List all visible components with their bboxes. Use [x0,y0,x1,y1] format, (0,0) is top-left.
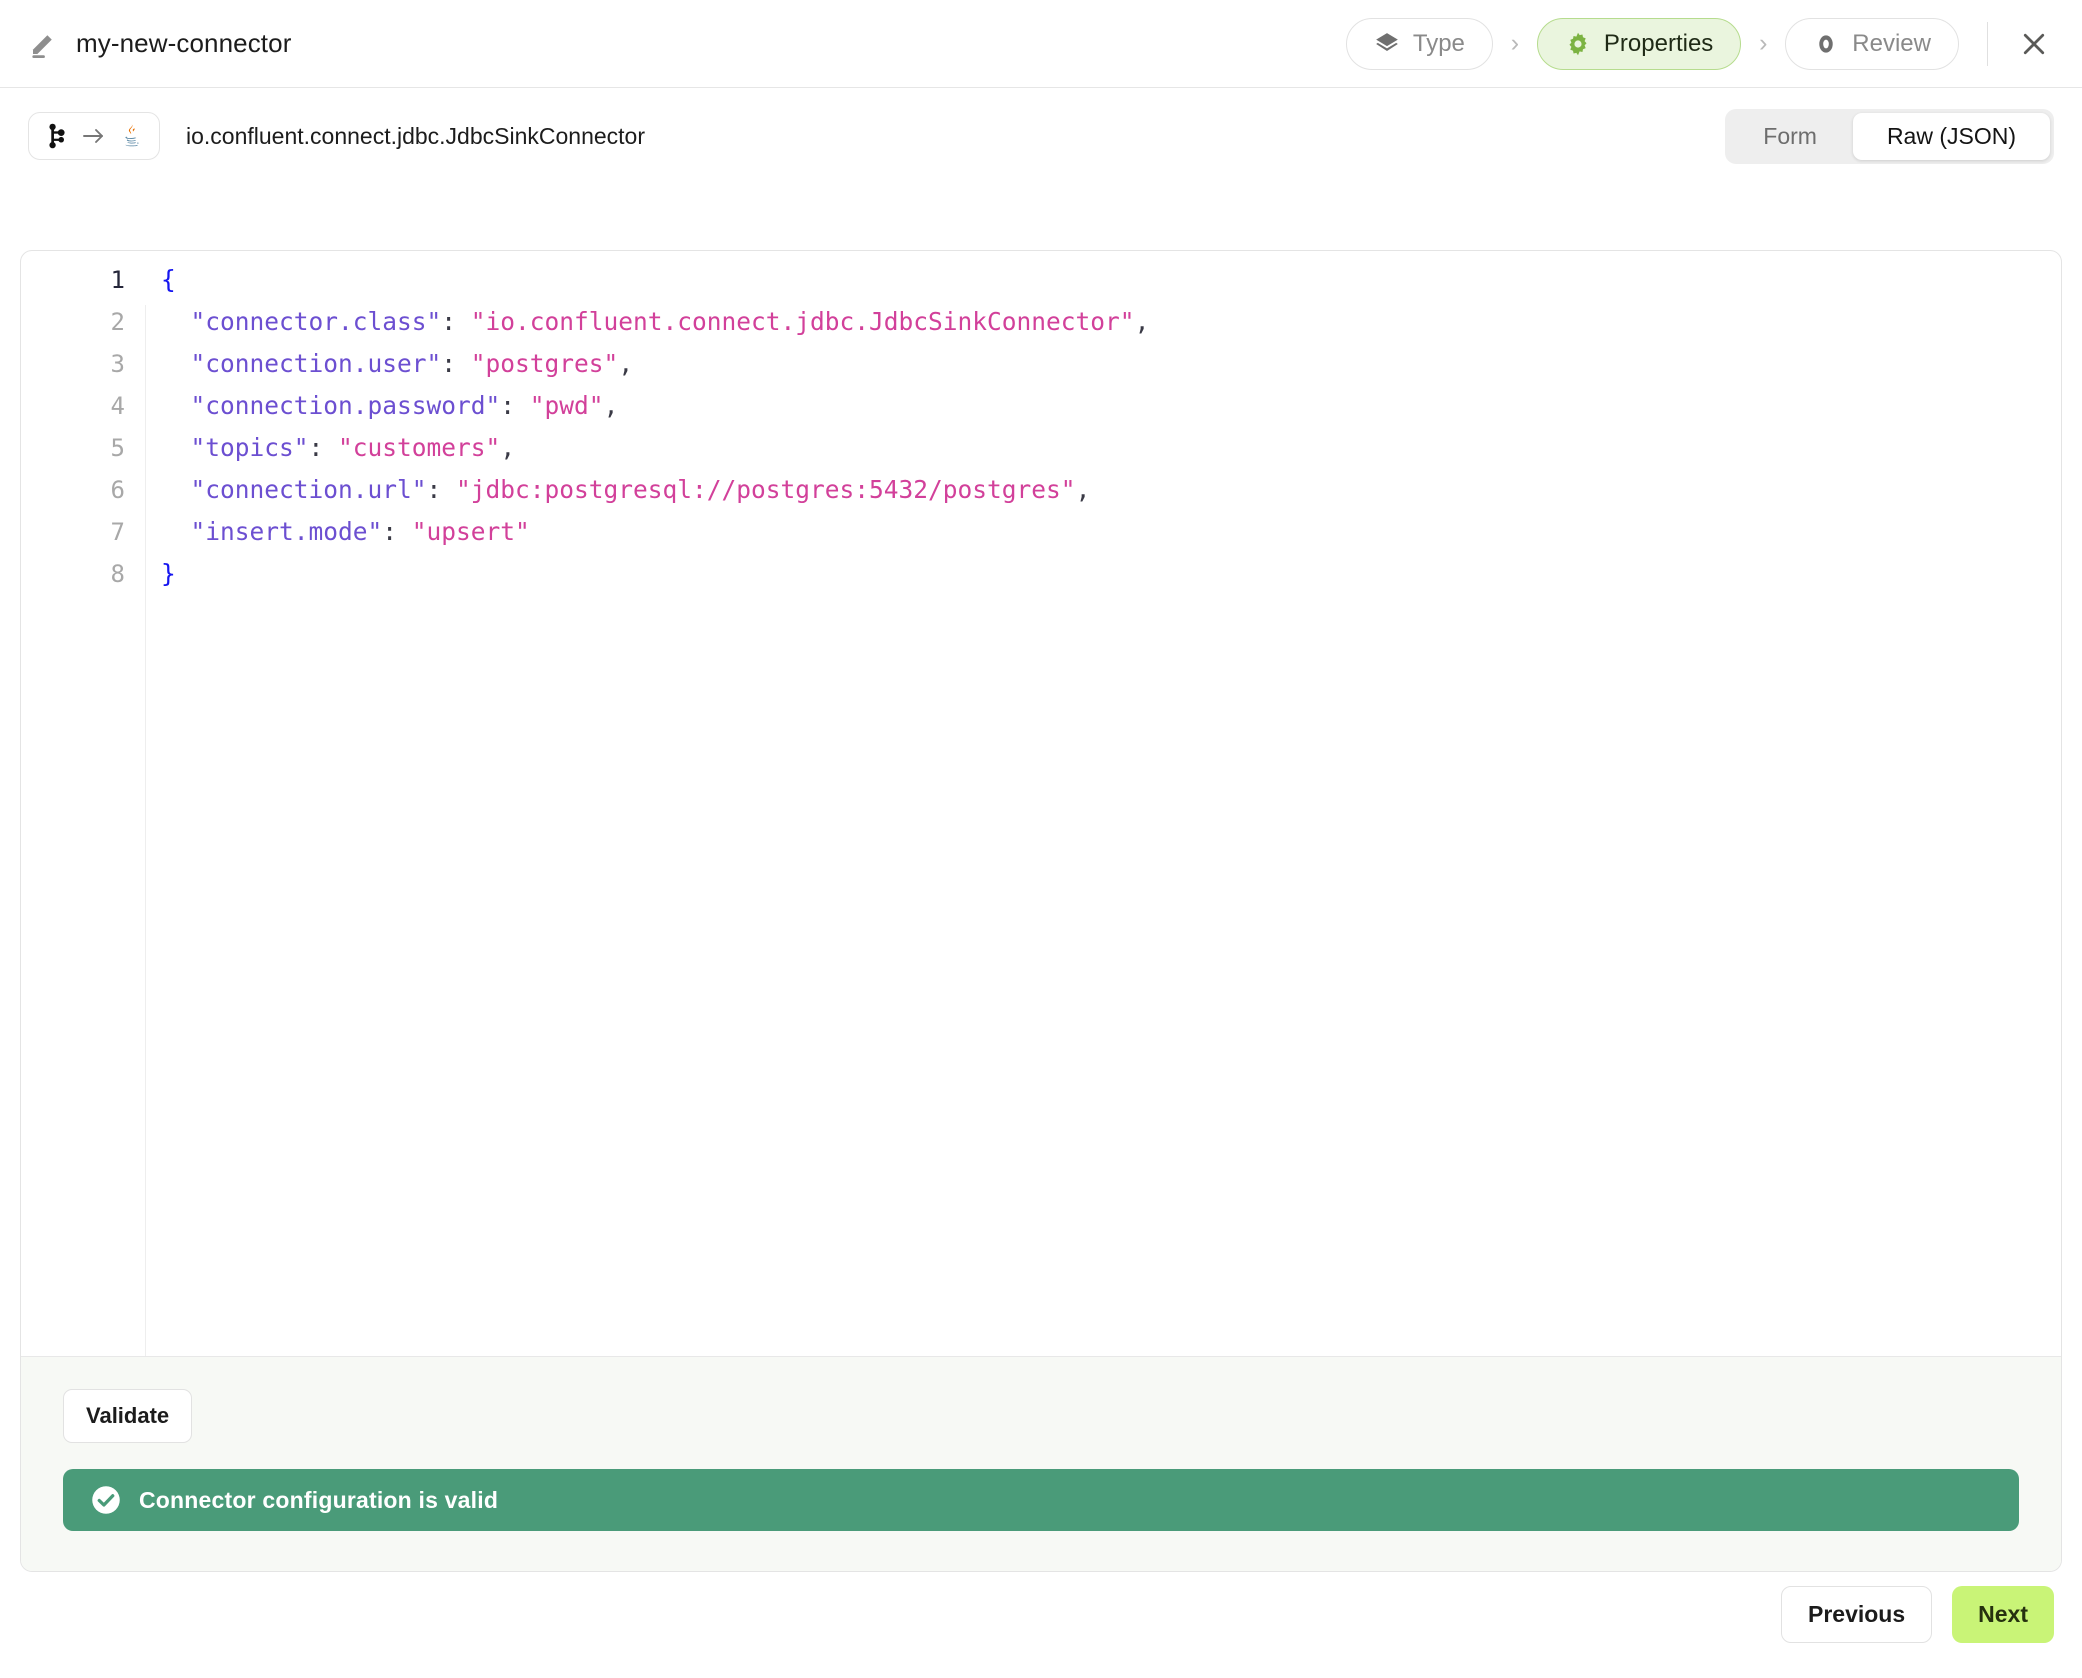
token-str: "customers" [338,433,501,462]
title-group: my-new-connector [28,28,291,59]
validate-button[interactable]: Validate [63,1389,193,1443]
code-text: } [125,559,176,588]
step-chip-type[interactable]: Type [1345,17,1493,70]
validation-panel: Validate Connector configuration is vali… [21,1356,2061,1571]
layers-icon [1374,31,1400,57]
token-punc: , [603,391,619,420]
kafka-icon [43,122,71,150]
token-str: "jdbc:postgresql://postgres:5432/postgre… [456,475,1076,504]
arrow-right-icon [81,126,107,146]
code-text: "topics": "customers", [125,433,516,462]
line-number: 8 [110,560,125,588]
code-text: "connector.class": "io.confluent.connect… [125,307,1150,336]
token-brace: { [161,265,176,294]
wizard-footer-nav: Previous Next [0,1572,2082,1678]
token-punc: : [500,391,530,420]
token-key: "topics" [190,433,309,462]
json-editor[interactable]: 1{2 "connector.class": "io.confluent.con… [21,251,2061,1356]
close-icon[interactable] [2014,24,2054,64]
connector-flow-badge [28,112,160,160]
token-punc [161,391,191,420]
line-number: 7 [110,518,125,546]
token-punc [161,307,191,336]
pencil-icon[interactable] [28,29,58,59]
connector-subbar: io.confluent.connect.jdbc.JdbcSinkConnec… [0,88,2082,184]
token-punc: : [426,475,457,504]
line-number: 5 [110,434,125,462]
code-line[interactable]: 3 "connection.user": "postgres", [21,349,2061,391]
token-str: "io.confluent.connect.jdbc.JdbcSinkConne… [470,307,1135,336]
code-line[interactable]: 6 "connection.url": "jdbc:postgresql://p… [21,475,2061,517]
validation-status-text: Connector configuration is valid [139,1486,499,1513]
line-number: 6 [110,476,125,504]
wizard-steps: Type › Properties › Review [1345,17,1959,70]
token-str: "upsert" [411,517,530,546]
check-circle-icon [91,1485,121,1515]
code-text: "insert.mode": "upsert" [125,517,530,546]
validation-status-banner: Connector configuration is valid [63,1469,2019,1531]
line-number: 4 [110,392,125,420]
line-number: 2 [110,308,125,336]
token-str: "pwd" [529,391,604,420]
wizard-header: my-new-connector Type › Properties › Rev… [0,0,2082,88]
code-line[interactable]: 1{ [21,265,2061,307]
token-punc [161,517,191,546]
token-punc: , [500,433,516,462]
step-separator-1: › [1510,29,1520,57]
token-str: "postgres" [470,349,619,378]
line-number: 3 [110,350,125,378]
step-label-properties: Properties [1603,29,1714,57]
code-line[interactable]: 2 "connector.class": "io.confluent.conne… [21,307,2061,349]
token-punc: : [441,349,471,378]
token-punc: , [1134,307,1150,336]
token-punc: : [441,307,471,336]
eye-icon [1813,31,1839,57]
token-key: "insert.mode" [190,517,383,546]
gutter-divider [145,305,146,1356]
previous-button[interactable]: Previous [1780,1585,1933,1643]
step-label-review: Review [1852,29,1931,57]
header-divider [1987,21,1988,66]
code-text: "connection.password": "pwd", [125,391,619,420]
next-button[interactable]: Next [1952,1585,2054,1643]
token-punc [161,433,191,462]
view-toggle-form[interactable]: Form [1729,113,1851,160]
code-text: { [125,265,176,294]
code-text: "connection.user": "postgres", [125,349,634,378]
view-toggle-raw-json[interactable]: Raw (JSON) [1852,112,2050,160]
page-title: my-new-connector [76,28,292,58]
code-line-list: 1{2 "connector.class": "io.confluent.con… [21,265,2061,601]
token-punc [161,475,191,504]
token-brace: } [161,559,176,588]
token-punc [161,349,191,378]
step-chip-properties[interactable]: Properties [1536,17,1742,70]
line-number: 1 [110,266,125,294]
step-label-type: Type [1412,29,1465,57]
token-punc: : [308,433,339,462]
token-key: "connection.user" [190,349,442,378]
token-punc: , [1075,475,1091,504]
token-key: "connection.password" [190,391,501,420]
connector-class-label: io.confluent.connect.jdbc.JdbcSinkConnec… [186,122,646,149]
code-line[interactable]: 7 "insert.mode": "upsert" [21,517,2061,559]
code-line[interactable]: 4 "connection.password": "pwd", [21,391,2061,433]
properties-card: 1{2 "connector.class": "io.confluent.con… [20,250,2062,1572]
token-key: "connector.class" [190,307,442,336]
code-line[interactable]: 8} [21,559,2061,601]
code-text: "connection.url": "jdbc:postgresql://pos… [125,475,1091,504]
view-mode-toggle[interactable]: Form Raw (JSON) [1725,108,2054,164]
token-key: "connection.url" [190,475,427,504]
code-line[interactable]: 5 "topics": "customers", [21,433,2061,475]
token-punc: : [382,517,412,546]
token-punc: , [618,349,634,378]
gear-icon [1565,31,1591,57]
step-chip-review[interactable]: Review [1785,17,1959,70]
step-separator-2: › [1759,29,1768,57]
java-icon [117,122,145,150]
